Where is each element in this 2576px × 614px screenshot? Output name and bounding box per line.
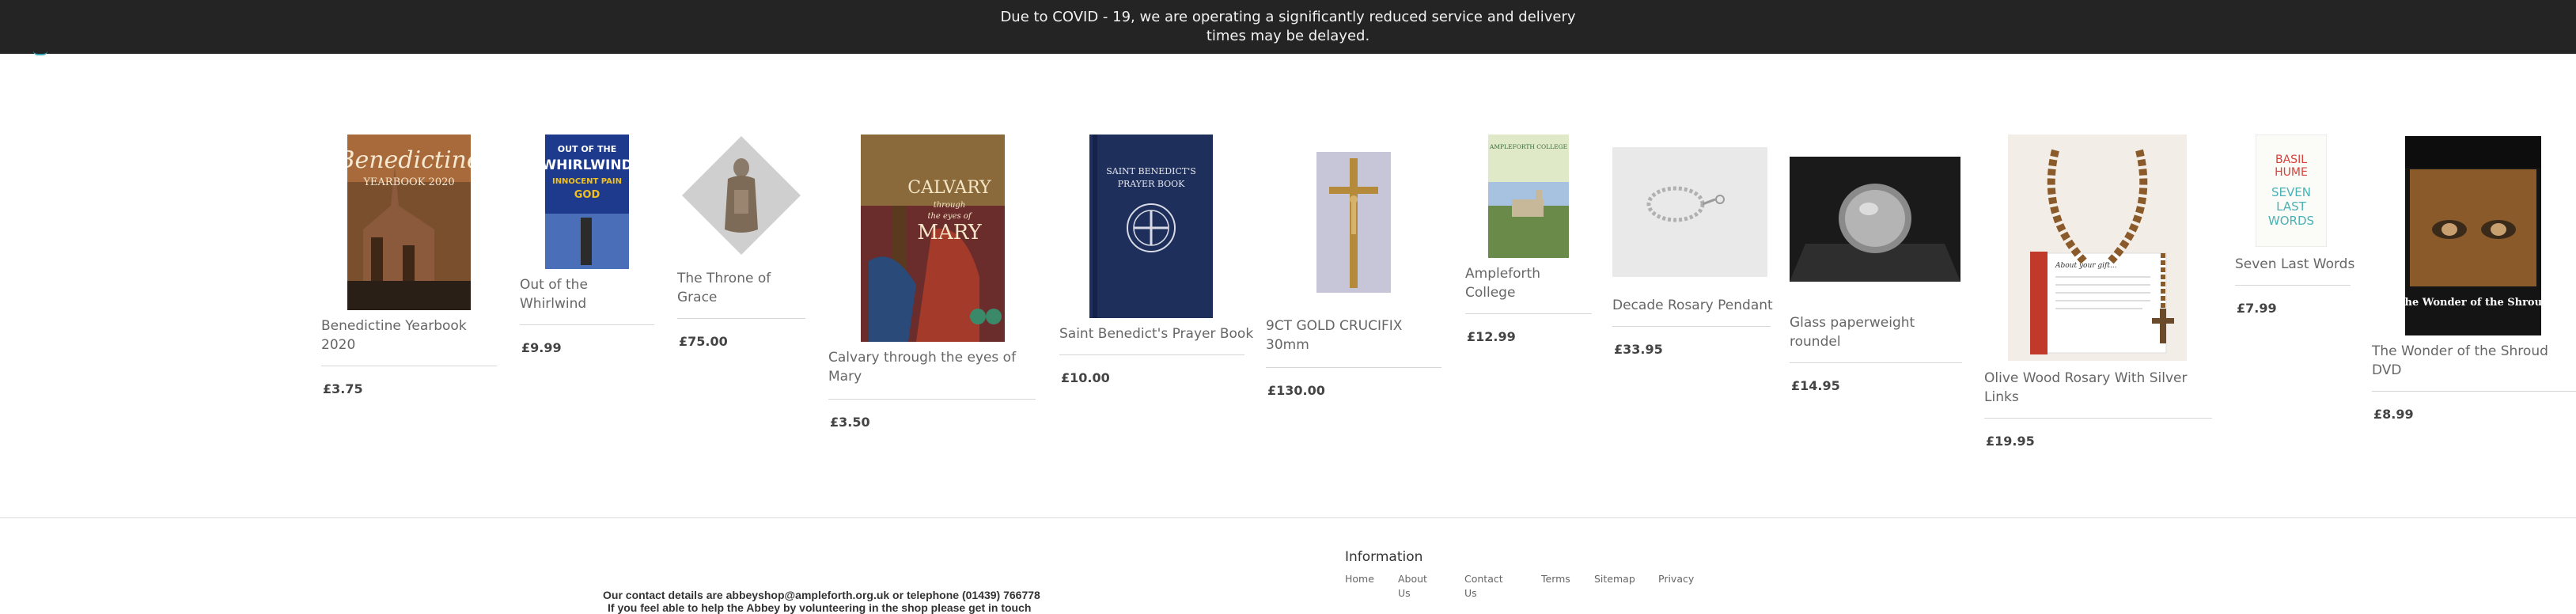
footer-link-about-us[interactable]: About Us — [1398, 572, 1433, 601]
divider — [2235, 285, 2351, 286]
product-image[interactable]: About your gift... — [2008, 135, 2187, 361]
cover-title-text: AMPLEFORTH COLLEGE — [1489, 143, 1567, 150]
divider — [1790, 362, 1962, 363]
product-name[interactable]: Benedictine Yearbook 2020 — [321, 316, 495, 354]
cover-line-3: the eyes of — [927, 212, 972, 221]
divider — [1984, 418, 2212, 419]
product-image[interactable] — [1316, 152, 1391, 293]
information-heading: Information — [1345, 549, 1423, 565]
product-price: £9.99 — [521, 340, 562, 355]
footer-link-privacy[interactable]: Privacy — [1658, 572, 1706, 586]
divider — [1059, 354, 1244, 355]
covid-notice-banner: Due to COVID - 19, we are operating a si… — [0, 0, 2576, 54]
product-name[interactable]: Olive Wood Rosary With Silver Links — [1984, 369, 2198, 407]
product-name[interactable]: The Throne of Grace — [677, 269, 796, 307]
product-price: £14.95 — [1791, 378, 1840, 393]
product-image[interactable]: OUT OF THE WHIRLWIND INNOCENT PAIN GOD — [545, 135, 629, 269]
cover-line-3: SEVEN — [2271, 185, 2311, 199]
covid-notice-text: Due to COVID - 19, we are operating a si… — [1000, 9, 1576, 44]
footer-link-contact-us[interactable]: Contact Us — [1464, 572, 1506, 601]
cover-line-1: OUT OF THE — [558, 144, 617, 154]
footer-link-home[interactable]: Home — [1345, 572, 1385, 586]
product-price: £8.99 — [2373, 407, 2414, 422]
product-image[interactable] — [680, 135, 802, 256]
product-image[interactable]: BASIL HUME SEVEN LAST WORDS — [2256, 135, 2327, 247]
divider — [520, 324, 654, 325]
cover-line-1: BASIL — [2275, 154, 2307, 166]
divider — [1465, 313, 1592, 314]
cover-subtitle-text: YEARBOOK 2020 — [362, 176, 454, 188]
footer-link-sitemap[interactable]: Sitemap — [1594, 572, 1642, 586]
product-price: £12.99 — [1467, 329, 1516, 344]
product-image[interactable]: Benedictine YEARBOOK 2020 — [347, 135, 471, 310]
product-image[interactable]: CALVARY through the eyes of MARY — [861, 135, 1005, 342]
product-price: £3.75 — [323, 381, 363, 396]
logo-fragment — [33, 51, 47, 55]
product-price: £3.50 — [830, 415, 870, 430]
cover-line-2: PRAYER BOOK — [1118, 179, 1186, 189]
product-price: £10.00 — [1061, 370, 1110, 385]
contact-details: Our contact details are abbeyshop@amplef… — [603, 589, 1040, 614]
cover-line-2: through — [934, 201, 966, 210]
cover-title-text: The Wonder of the Shroud — [2405, 297, 2541, 309]
cover-title-text: Benedictine — [347, 146, 471, 174]
product-image[interactable] — [1612, 147, 1767, 277]
cover-line-1: CALVARY — [907, 178, 991, 198]
product-price: £19.95 — [1986, 434, 2035, 449]
contact-line-2: If you feel able to help the Abbey by vo… — [608, 601, 1032, 614]
product-image[interactable] — [1790, 157, 1960, 282]
product-image[interactable]: SAINT BENEDICT'S PRAYER BOOK — [1089, 135, 1213, 318]
divider — [677, 318, 805, 319]
cover-line-1: SAINT BENEDICT'S — [1106, 166, 1196, 176]
cover-line-4: LAST — [2276, 199, 2306, 214]
footer-divider — [0, 517, 2576, 518]
product-name[interactable]: Decade Rosary Pendant — [1612, 296, 1786, 315]
footer-link-terms[interactable]: Terms — [1541, 572, 1581, 586]
product-image[interactable]: The Wonder of the Shroud — [2405, 136, 2541, 335]
cover-line-4: GOD — [574, 189, 600, 201]
cover-line-2: WHIRLWIND — [545, 157, 629, 173]
product-name[interactable]: 9CT GOLD CRUCIFIX 30mm — [1266, 316, 1432, 354]
divider — [2372, 391, 2576, 392]
product-name[interactable]: The Wonder of the Shroud DVD — [2372, 342, 2570, 380]
product-name[interactable]: Ampleforth College — [1465, 264, 1568, 302]
product-name[interactable]: Seven Last Words — [2235, 255, 2362, 274]
product-price: £130.00 — [1267, 383, 1325, 398]
product-name[interactable]: Saint Benedict's Prayer Book — [1059, 324, 1257, 343]
product-image[interactable]: AMPLEFORTH COLLEGE — [1488, 135, 1569, 258]
cover-line-3: INNOCENT PAIN — [552, 177, 622, 186]
cover-line-5: WORDS — [2268, 214, 2314, 228]
divider — [1612, 326, 1771, 327]
contact-line-1: Our contact details are abbeyshop@amplef… — [603, 589, 1040, 601]
card-heading-text: About your gift... — [2055, 262, 2117, 270]
product-name[interactable]: Glass paperweight roundel — [1790, 313, 1956, 351]
product-price: £7.99 — [2237, 301, 2277, 316]
cover-line-2: HUME — [2275, 166, 2308, 179]
divider — [1266, 367, 1441, 368]
product-name[interactable]: Out of the Whirlwind — [520, 275, 638, 313]
cover-line-4: MARY — [917, 221, 982, 244]
product-price: £75.00 — [679, 334, 728, 349]
product-price: £33.95 — [1614, 342, 1663, 357]
product-name[interactable]: Calvary through the eyes of Mary — [828, 348, 1034, 386]
divider — [828, 399, 1036, 400]
